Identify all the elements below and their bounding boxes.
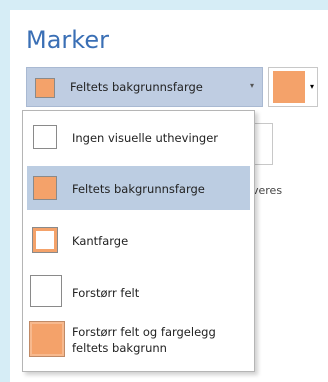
- chevron-down-icon: ▾: [309, 82, 314, 91]
- plain-box-icon: [33, 125, 57, 149]
- highlight-style-dropdown[interactable]: Feltets bakgrunnsfarge ▾: [26, 67, 263, 107]
- color-swatch: [273, 71, 305, 103]
- menu-item-background-color[interactable]: Feltets bakgrunnsfarge: [27, 166, 250, 210]
- menu-item-label: Forstørr felt og fargelegg feltets bakgr…: [72, 324, 216, 356]
- menu-item-label-line2: feltets bakgrunn: [72, 341, 167, 355]
- chevron-down-icon: ▾: [249, 81, 254, 90]
- menu-item-enlarge-field[interactable]: Forstørr felt: [27, 270, 250, 314]
- menu-item-border-color[interactable]: Kantfarge: [27, 218, 250, 262]
- menu-item-label: Ingen visuelle uthevinger: [72, 131, 219, 145]
- border-box-icon: [32, 227, 58, 253]
- color-picker-button[interactable]: ▾: [268, 67, 318, 107]
- menu-item-label-line1: Forstørr felt og fargelegg: [72, 325, 216, 339]
- menu-item-label: Feltets bakgrunnsfarge: [72, 182, 205, 196]
- menu-item-label: Kantfarge: [72, 234, 129, 248]
- filled-box-icon: [33, 176, 57, 200]
- menu-item-enlarge-and-color[interactable]: Forstørr felt og fargelegg feltets bakgr…: [27, 318, 250, 368]
- menu-item-no-highlight[interactable]: Ingen visuelle uthevinger: [27, 115, 250, 159]
- section-title: Marker: [26, 26, 109, 54]
- enlarged-box-icon: [30, 275, 62, 307]
- hidden-control: [252, 123, 273, 165]
- partially-hidden-text: veres: [252, 184, 283, 197]
- dropdown-selected-label: Feltets bakgrunnsfarge: [70, 80, 203, 94]
- enlarged-filled-box-icon: [29, 321, 65, 357]
- filled-box-icon: [35, 78, 55, 98]
- highlight-style-menu: Ingen visuelle uthevinger Feltets bakgru…: [22, 110, 255, 372]
- menu-item-label: Forstørr felt: [72, 286, 140, 300]
